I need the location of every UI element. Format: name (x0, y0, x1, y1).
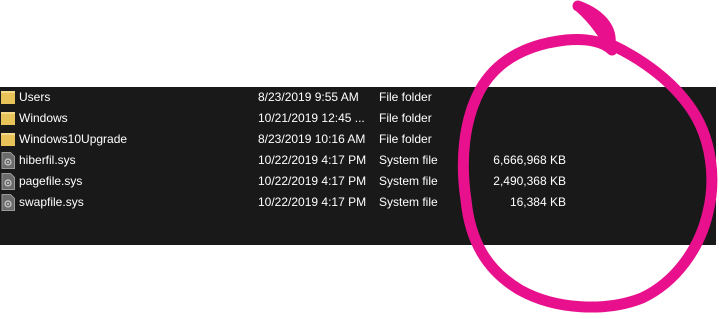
system-file-icon (1, 173, 15, 190)
file-name: Windows10Upgrade (19, 132, 128, 146)
file-type: System file (379, 153, 438, 167)
file-date-modified: 8/23/2019 10:16 AM (258, 132, 366, 146)
file-list-pane: Users 8/23/2019 9:55 AM File folder Wind… (0, 87, 716, 245)
system-file-icon (1, 152, 15, 169)
file-type: System file (379, 195, 438, 209)
file-date-modified: 10/22/2019 4:17 PM (258, 174, 367, 188)
folder-icon (1, 91, 15, 104)
file-size: 16,384 KB (509, 195, 566, 209)
file-row-windows[interactable]: Windows 10/21/2019 12:45 ... File folder (0, 108, 716, 129)
file-row-users[interactable]: Users 8/23/2019 9:55 AM File folder (0, 87, 716, 108)
file-type: File folder (379, 132, 432, 146)
file-date-modified: 10/22/2019 4:17 PM (258, 153, 367, 167)
file-row-pagefile[interactable]: pagefile.sys 10/22/2019 4:17 PM System f… (0, 171, 716, 192)
file-name: Windows (19, 111, 68, 125)
file-row-swapfile[interactable]: swapfile.sys 10/22/2019 4:17 PM System f… (0, 192, 716, 213)
file-size: 6,666,968 KB (493, 153, 566, 167)
file-name: Users (19, 90, 51, 104)
folder-icon (1, 112, 15, 125)
file-name: pagefile.sys (19, 174, 83, 188)
file-row-hiberfil[interactable]: hiberfil.sys 10/22/2019 4:17 PM System f… (0, 150, 716, 171)
file-name: hiberfil.sys (19, 153, 76, 167)
file-date-modified: 8/23/2019 9:55 AM (258, 90, 359, 104)
file-date-modified: 10/21/2019 12:45 ... (258, 111, 365, 125)
screenshot-canvas: Users 8/23/2019 9:55 AM File folder Wind… (0, 0, 719, 319)
file-name: swapfile.sys (19, 195, 84, 209)
file-row-windows10upgrade[interactable]: Windows10Upgrade 8/23/2019 10:16 AM File… (0, 129, 716, 150)
file-type: System file (379, 174, 438, 188)
file-type: File folder (379, 90, 432, 104)
system-file-icon (1, 194, 15, 211)
file-date-modified: 10/22/2019 4:17 PM (258, 195, 367, 209)
file-type: File folder (379, 111, 432, 125)
file-size: 2,490,368 KB (493, 174, 566, 188)
folder-icon (1, 133, 15, 146)
